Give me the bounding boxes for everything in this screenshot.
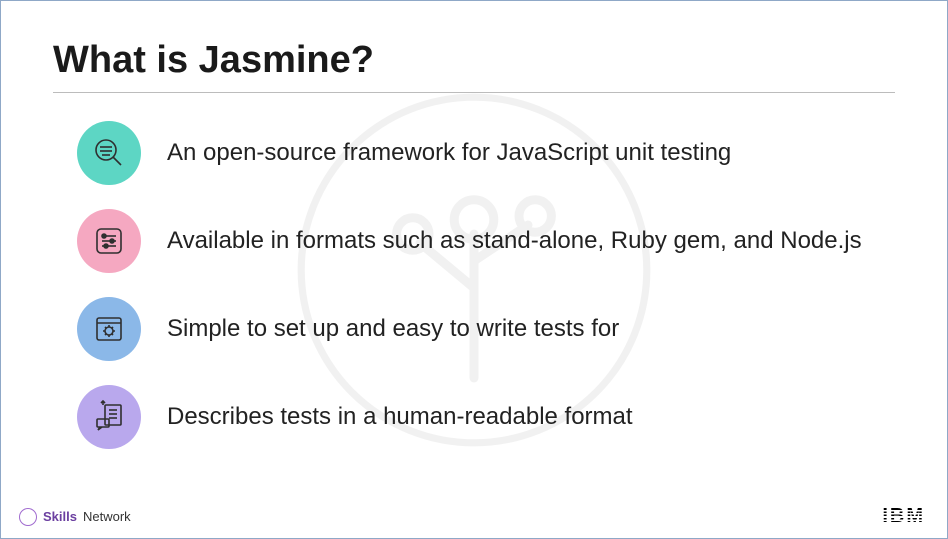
list-item: An open-source framework for JavaScript … bbox=[53, 121, 895, 185]
slide-footer: Skills Network IBM bbox=[19, 505, 925, 528]
list-item-text: An open-source framework for JavaScript … bbox=[167, 137, 731, 169]
slide-content: What is Jasmine? An open-source framewor… bbox=[1, 1, 947, 449]
list-item: Describes tests in a human-readable form… bbox=[53, 385, 895, 449]
skills-network-logo: Skills Network bbox=[19, 508, 131, 526]
list-item: Simple to set up and easy to write tests… bbox=[53, 297, 895, 361]
gear-window-icon bbox=[77, 297, 141, 361]
list-item: Available in formats such as stand-alone… bbox=[53, 209, 895, 273]
list-item-text: Simple to set up and easy to write tests… bbox=[167, 313, 619, 345]
skills-strong-text: Skills bbox=[43, 509, 77, 524]
skills-light-text: Network bbox=[83, 509, 131, 524]
page-title: What is Jasmine? bbox=[53, 39, 895, 93]
list-item-text: Available in formats such as stand-alone… bbox=[167, 225, 862, 257]
ibm-logo: IBM bbox=[882, 505, 925, 528]
sliders-icon bbox=[77, 209, 141, 273]
bullet-list: An open-source framework for JavaScript … bbox=[53, 121, 895, 449]
search-analysis-icon bbox=[77, 121, 141, 185]
document-chat-icon bbox=[77, 385, 141, 449]
skills-logo-icon bbox=[19, 508, 37, 526]
list-item-text: Describes tests in a human-readable form… bbox=[167, 401, 633, 433]
